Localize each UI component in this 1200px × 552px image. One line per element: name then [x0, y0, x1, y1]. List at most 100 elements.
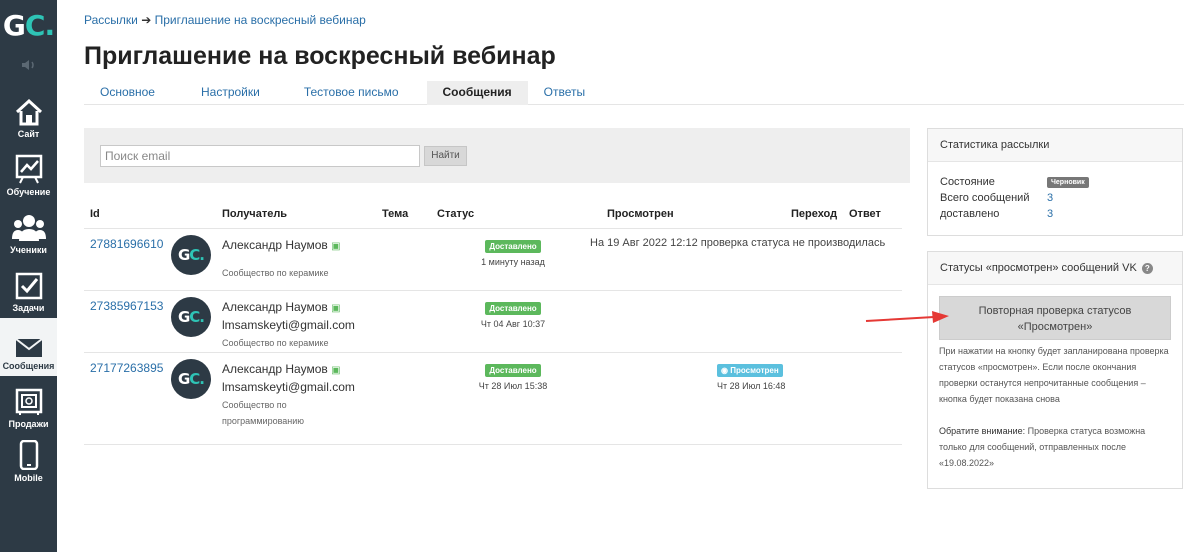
- stats-state-row: Состояние Черновик: [928, 174, 1182, 190]
- recipient-source: Сообщество по керамике: [222, 337, 329, 348]
- recipient-name-link[interactable]: Александр Наумов: [222, 238, 328, 252]
- money-icon: ▣: [331, 302, 341, 314]
- recheck-status-button[interactable]: Повторная проверка статусов «Просмотрен»: [939, 296, 1171, 340]
- sidebar-item-learning[interactable]: Обучение: [0, 144, 57, 202]
- breadcrumb-current-link[interactable]: Приглашение на воскресный вебинар: [155, 13, 366, 27]
- recipient-email: lmsamskeyti@gmail.com: [222, 317, 355, 332]
- viewed-cell: ◉ Просмотрен Чт 28 Июл 16:48: [606, 352, 902, 445]
- red-arrow-annotation: [865, 311, 949, 323]
- subject-cell: [382, 290, 420, 353]
- table-row: 27881696610 GC. Александр Наумов ▣ Сообщ…: [84, 228, 902, 291]
- tab-test-letter[interactable]: Тестовое письмо: [288, 81, 415, 105]
- stats-total-label: Всего сообщений: [940, 192, 1030, 204]
- stats-total-link[interactable]: 3: [1047, 192, 1053, 204]
- stats-title: Статистика рассылки: [928, 129, 1182, 162]
- recipient-email: lmsamskeyti@gmail.com: [222, 379, 355, 394]
- avatar[interactable]: GC.: [171, 296, 211, 337]
- breadcrumb-root-link[interactable]: Рассылки: [84, 13, 138, 27]
- recipient-source: Сообщество по керамике: [222, 267, 329, 278]
- search-panel: Поиск email Найти: [84, 128, 910, 183]
- column-header-click: Переход: [791, 200, 849, 229]
- sidebar-item-label: Сайт: [17, 129, 40, 139]
- money-icon: ▣: [331, 240, 341, 252]
- sidebar-item-mobile[interactable]: Mobile: [0, 430, 57, 488]
- sidebar-item-label: Ученики: [10, 245, 47, 255]
- column-header-id[interactable]: Id: [84, 200, 222, 229]
- tab-main[interactable]: Основное: [84, 81, 171, 105]
- envelope-icon: [14, 338, 43, 357]
- sidebar-item-sales[interactable]: Продажи: [0, 376, 57, 434]
- avatar[interactable]: GC.: [171, 234, 211, 275]
- stats-delivered-label: доставлено: [940, 208, 1000, 220]
- eye-icon: ◉: [721, 365, 728, 375]
- checkbox-icon: [15, 272, 42, 300]
- stats-state-label: Состояние: [940, 176, 995, 188]
- avatar[interactable]: GC.: [171, 358, 211, 399]
- vk-note: При нажатии на кнопку будет запланирован…: [939, 346, 1169, 404]
- tabs: Основное Настройки Тестовое письмо Сообщ…: [84, 81, 1184, 105]
- help-icon[interactable]: ?: [1141, 263, 1153, 274]
- viewed-cell: На 19 Авг 2022 12:12 проверка статуса не…: [590, 228, 902, 291]
- search-input[interactable]: Поиск email: [100, 145, 420, 167]
- recheck-button-line1: Повторная проверка статусов: [978, 305, 1132, 317]
- mobile-icon: [19, 440, 38, 470]
- sidebar-item-label: Mobile: [14, 473, 43, 483]
- users-icon: [11, 215, 46, 241]
- status-badge: Доставлено: [485, 239, 541, 253]
- viewed-time: Чт 28 Июл 16:48: [717, 380, 786, 391]
- status-cell: Доставлено Чт 04 Авг 10:37: [420, 290, 606, 353]
- logo-text: GC.: [2, 8, 55, 42]
- status-time: 1 минуту назад: [481, 256, 545, 267]
- stats-total-row: Всего сообщений 3: [928, 190, 1182, 206]
- speaker-icon[interactable]: [0, 58, 57, 76]
- recipient-name-link[interactable]: Александр Наумов: [222, 362, 328, 376]
- sidebar-item-tasks[interactable]: Задачи: [0, 260, 57, 318]
- draft-badge: Черновик: [1047, 176, 1089, 188]
- vk-status-title: Статусы «просмотрен» сообщений VK: [940, 262, 1137, 274]
- subject-cell: [382, 228, 420, 291]
- page-title: Приглашение на воскресный вебинар: [84, 42, 556, 70]
- stats-delivered-link[interactable]: 3: [1047, 208, 1053, 220]
- viewed-badge: ◉ Просмотрен: [717, 363, 783, 377]
- sidebar-item-messages[interactable]: Сообщения: [0, 318, 57, 376]
- sidebar-item-label: Продажи: [8, 419, 49, 429]
- sidebar-item-label: Обучение: [6, 187, 51, 197]
- recipient-block: Александр Наумов ▣ lmsamskeyti@gmail.com…: [222, 353, 355, 429]
- vk-status-header: Статусы «просмотрен» сообщений VK ?: [928, 252, 1182, 285]
- logo[interactable]: GC.: [0, 0, 57, 50]
- vk-status-panel: Статусы «просмотрен» сообщений VK ? Повт…: [927, 251, 1183, 489]
- column-header-reply: Ответ: [849, 200, 902, 229]
- recipient-name-link[interactable]: Александр Наумов: [222, 300, 328, 314]
- sidebar-item-students[interactable]: Ученики: [0, 202, 57, 260]
- vk-note-attention: Обратите внимание: Проверка статуса возм…: [939, 426, 1146, 468]
- column-header-viewed: Просмотрен: [606, 200, 791, 229]
- viewed-text: На 19 Авг 2022 12:12 проверка статуса не…: [590, 236, 886, 249]
- status-cell: Доставлено Чт 28 Июл 15:38: [420, 352, 606, 445]
- status-badge: Доставлено: [485, 363, 541, 377]
- row-id-cell: 27881696610 GC. Александр Наумов ▣ Сообщ…: [84, 228, 382, 291]
- breadcrumb: Рассылки ➔ Приглашение на воскресный веб…: [84, 13, 366, 27]
- column-header-status: Статус: [420, 200, 606, 229]
- subject-cell: [382, 352, 420, 445]
- search-button[interactable]: Найти: [424, 146, 467, 166]
- safe-icon: [15, 388, 42, 415]
- column-header-subject: Тема: [382, 200, 420, 229]
- table-header-row: Id Получатель Тема Статус Просмотрен Пер…: [84, 200, 902, 229]
- tab-replies[interactable]: Ответы: [528, 81, 601, 105]
- row-id-cell: 27177263895 GC. Александр Наумов ▣ lmsam…: [84, 352, 382, 445]
- recipient-block: Александр Наумов ▣ lmsamskeyti@gmail.com…: [222, 291, 382, 351]
- recipient-source: Сообщество по программированию: [222, 399, 305, 426]
- sidebar-item-site[interactable]: Сайт: [0, 86, 57, 144]
- row-id-cell: 27385967153 GC. Александр Наумов ▣ lmsam…: [84, 290, 382, 353]
- chart-board-icon: [15, 154, 42, 184]
- sidebar-item-label: Задачи: [12, 303, 45, 313]
- tab-settings[interactable]: Настройки: [185, 81, 276, 105]
- table-row: 27385967153 GC. Александр Наумов ▣ lmsam…: [84, 290, 902, 353]
- sidebar-item-label: Сообщения: [2, 361, 55, 371]
- tab-messages[interactable]: Сообщения: [426, 81, 528, 105]
- recheck-button-line2: «Просмотрен»: [1017, 321, 1093, 333]
- status-time: Чт 04 Авг 10:37: [480, 318, 546, 329]
- breadcrumb-separator: ➔: [141, 13, 152, 27]
- money-icon: ▣: [331, 364, 341, 376]
- house-icon: [15, 98, 42, 126]
